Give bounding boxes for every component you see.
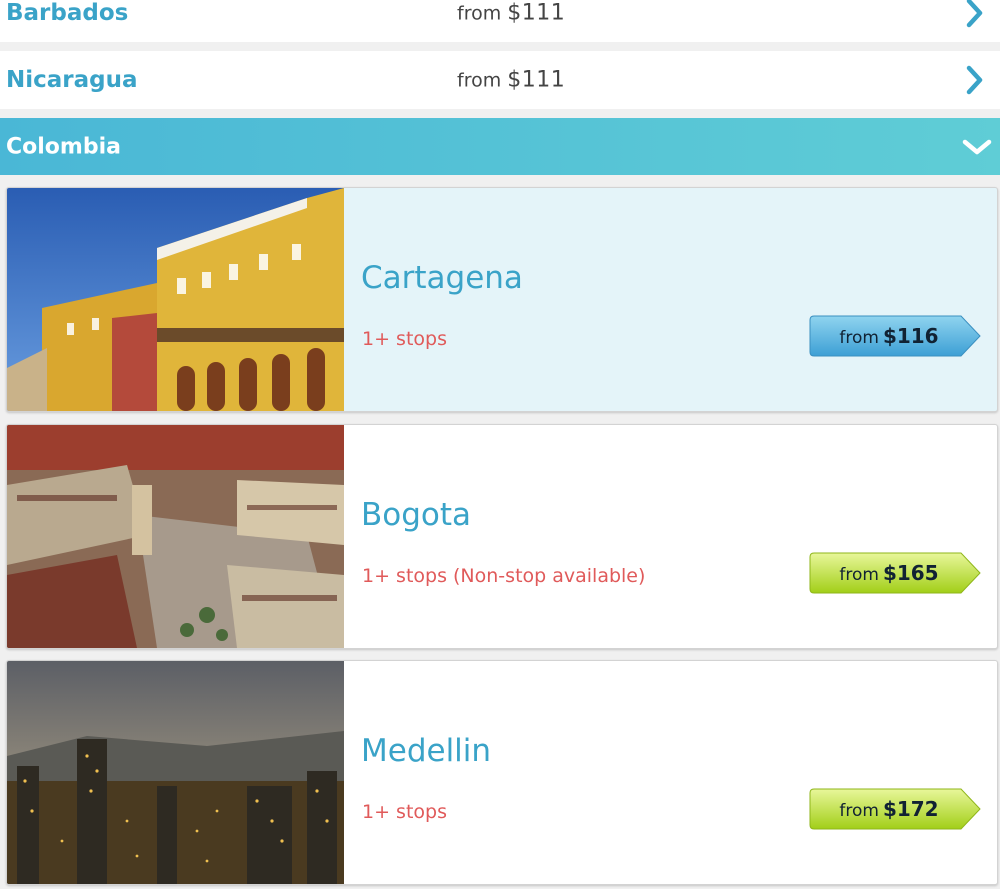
from-label: from: [457, 69, 502, 92]
bogota-photo: [7, 425, 344, 648]
price-tag-button[interactable]: from $172: [809, 788, 981, 830]
price-amount: $111: [507, 67, 566, 93]
cartagena-photo: [7, 188, 344, 411]
city-card-bogota[interactable]: Bogota 1+ stops (Non-stop available) fro…: [6, 424, 998, 649]
price-amount: $111: [507, 0, 566, 26]
price-amount: $165: [882, 561, 939, 585]
price-text: from $116: [809, 315, 969, 357]
city-name: Medellin: [361, 733, 492, 769]
country-name: Colombia: [6, 134, 121, 159]
city-stops: 1+ stops: [362, 801, 447, 823]
from-label: from: [457, 2, 502, 25]
price-tag-button[interactable]: from $165: [809, 552, 981, 594]
chevron-right-icon[interactable]: [964, 0, 986, 28]
price-amount: $172: [882, 797, 939, 821]
country-row-nicaragua[interactable]: Nicaragua from $111: [0, 51, 1000, 109]
city-stops: 1+ stops: [362, 328, 447, 350]
price-text: from $165: [809, 552, 969, 594]
from-label: from: [839, 801, 879, 821]
price-tag-button[interactable]: from $116: [809, 315, 981, 357]
medellin-photo: [7, 661, 344, 884]
country-header-colombia[interactable]: Colombia: [0, 118, 1000, 175]
city-name: Cartagena: [361, 260, 523, 296]
country-price: from $111: [457, 1, 565, 26]
city-card-medellin[interactable]: Medellin 1+ stops from $172: [6, 660, 998, 885]
chevron-down-icon[interactable]: [962, 137, 992, 157]
country-name: Nicaragua: [6, 67, 138, 93]
chevron-right-icon[interactable]: [964, 65, 986, 95]
country-row-barbados[interactable]: Barbados from $111: [0, 0, 1000, 42]
price-text: from $172: [809, 788, 969, 830]
country-name: Barbados: [6, 0, 129, 26]
from-label: from: [839, 328, 879, 348]
city-name: Bogota: [361, 497, 472, 533]
country-price: from $111: [457, 68, 565, 93]
price-amount: $116: [882, 324, 939, 348]
from-label: from: [839, 565, 879, 585]
city-card-cartagena[interactable]: Cartagena 1+ stops from $116: [6, 187, 998, 412]
city-stops: 1+ stops (Non-stop available): [362, 565, 646, 587]
